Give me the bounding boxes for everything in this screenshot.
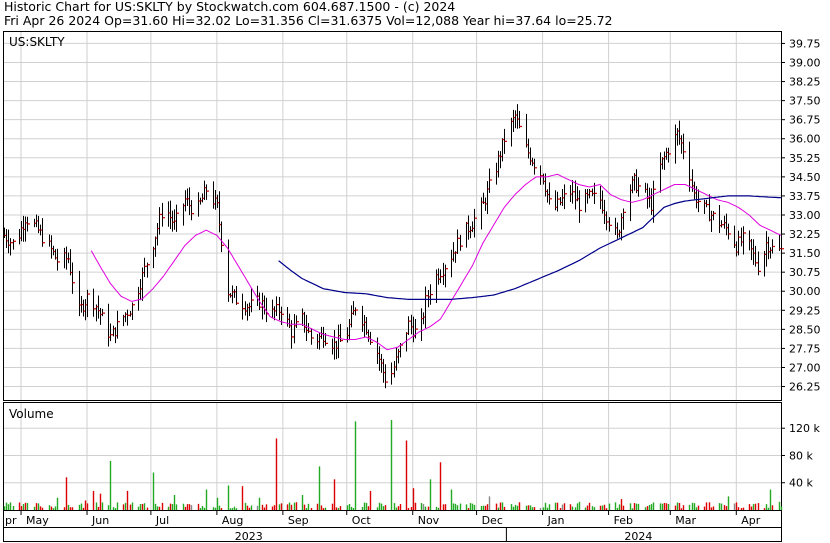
month-label: Jul [155, 514, 169, 527]
year-label: 2024 [624, 530, 652, 543]
price-tick-label: 26.25 [789, 381, 821, 394]
price-tick-label: 27.00 [789, 361, 821, 374]
volume-y-axis: 120 k 80 k 40 k [781, 422, 820, 490]
date-axis-panel [3, 510, 782, 542]
month-label: Oct [352, 514, 372, 527]
month-label: Nov [418, 514, 440, 527]
month-label: Apr [741, 514, 761, 527]
stock-chart: US:SKLTY Volume 39.75 39.00 38.25 37.50 36.7… [3, 31, 821, 543]
volume-grid [4, 403, 781, 510]
price-tick-label: 38.25 [789, 76, 821, 89]
volume-tick-label: 80 k [789, 449, 813, 462]
month-label: pr [5, 514, 17, 527]
price-tick-label: 39.00 [789, 56, 821, 69]
price-y-axis: 39.75 39.00 38.25 37.50 36.75 36.00 35.25 34.50… [781, 37, 821, 394]
month-label: Aug [222, 514, 243, 527]
month-label: Jun [91, 514, 109, 527]
price-tick-label: 31.50 [789, 247, 821, 260]
price-tick-label: 30.75 [789, 266, 821, 279]
price-tick-label: 29.25 [789, 304, 821, 317]
volume-panel-title: Volume [9, 407, 54, 421]
month-label: Feb [614, 514, 633, 527]
year-label: 2023 [235, 530, 263, 543]
price-tick-label: 33.00 [789, 209, 821, 222]
price-tick-label: 32.25 [789, 228, 821, 241]
price-tick-label: 30.00 [789, 285, 821, 298]
volume-series [3, 420, 783, 510]
price-series [4, 104, 784, 389]
price-panel [3, 31, 782, 401]
volume-panel [3, 402, 782, 511]
price-tick-label: 34.50 [789, 171, 821, 184]
price-grid [4, 32, 781, 400]
volume-tick-label: 120 k [789, 422, 820, 435]
month-label: Mar [675, 514, 696, 527]
ma-short-line [90, 173, 782, 351]
month-label: May [26, 514, 49, 527]
price-tick-label: 27.75 [789, 342, 821, 355]
price-tick-label: 33.75 [789, 190, 821, 203]
price-tick-label: 37.50 [789, 95, 821, 108]
month-label: Jan [547, 514, 565, 527]
price-tick-label: 39.75 [789, 37, 821, 50]
price-tick-label: 36.00 [789, 133, 821, 146]
price-tick-label: 28.50 [789, 323, 821, 336]
month-label: Sep [288, 514, 309, 527]
price-panel-title: US:SKLTY [9, 35, 65, 49]
price-tick-label: 35.25 [789, 152, 821, 165]
volume-tick-label: 40 k [789, 477, 813, 490]
price-tick-label: 36.75 [789, 114, 821, 127]
ma-long-line [278, 195, 782, 300]
month-label: Dec [482, 514, 503, 527]
